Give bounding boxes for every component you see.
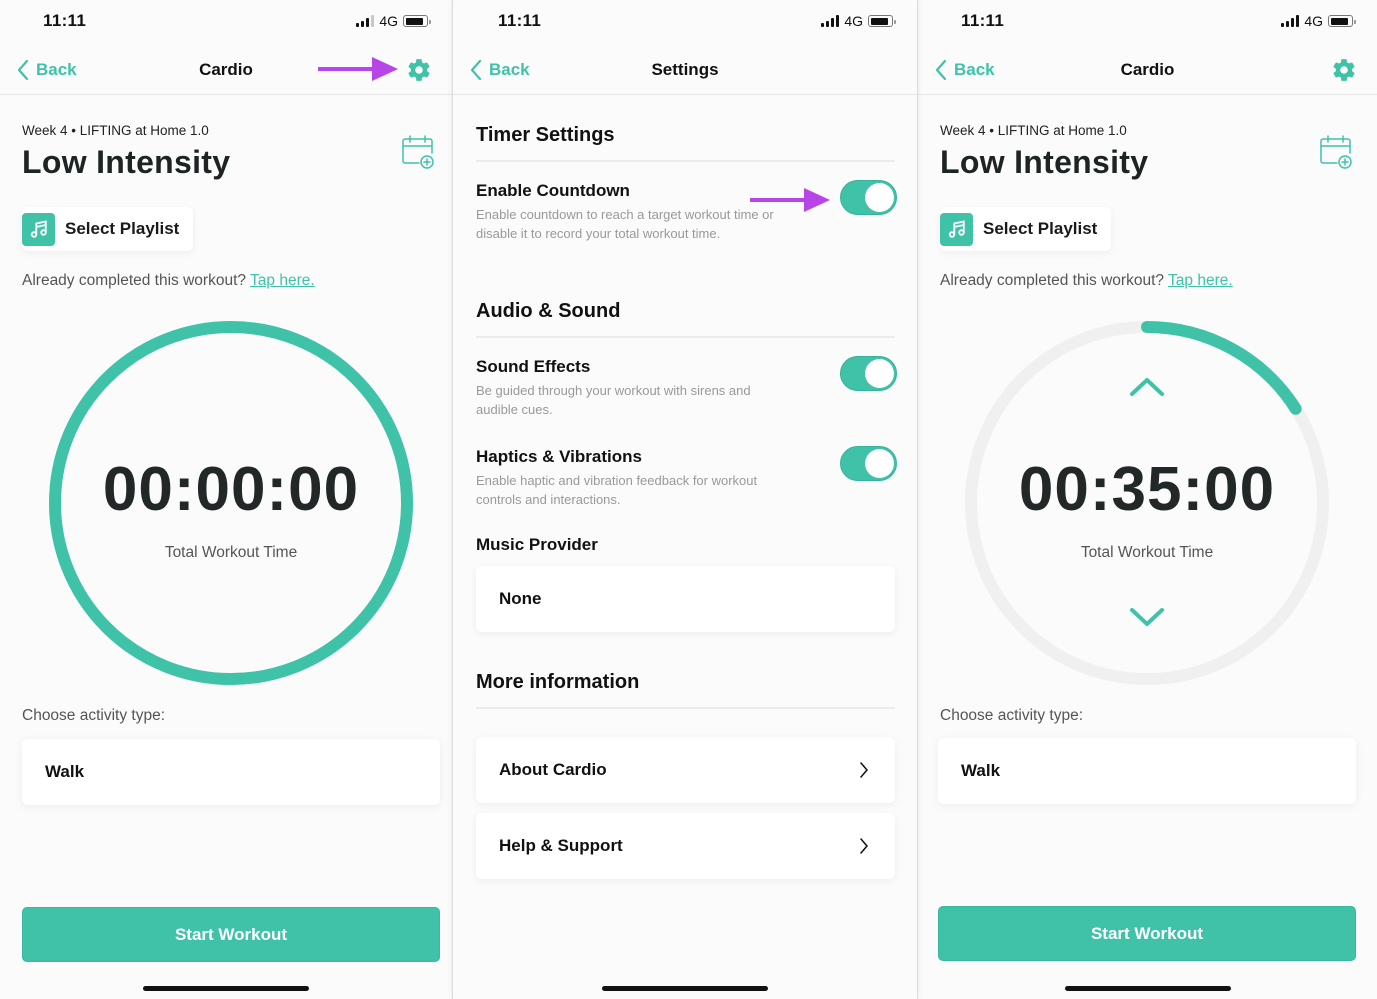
playlist-label: Select Playlist: [983, 219, 1098, 238]
home-indicator: [143, 986, 309, 991]
chevron-left-icon: [470, 59, 482, 81]
playlist-label: Select Playlist: [65, 219, 180, 238]
annotation-arrow-icon: [318, 57, 398, 81]
back-label: Back: [954, 60, 995, 79]
divider: [476, 160, 895, 162]
nav-bar: Back Cardio: [918, 44, 1377, 95]
screen-settings: 11:11 4G Back Settings Timer Settings En…: [452, 0, 918, 999]
select-playlist-button[interactable]: Select Playlist: [22, 207, 194, 251]
setting-desc-haptics: Enable haptic and vibration feedback for…: [476, 473, 758, 507]
status-bar: 11:11 4G: [918, 0, 1377, 44]
workout-subtitle: Week 4 • LIFTING at Home 1.0: [22, 123, 209, 138]
music-provider-select[interactable]: None: [476, 566, 895, 632]
network-type: 4G: [1304, 13, 1323, 29]
annotation-arrow-icon: [750, 188, 830, 212]
divider: [476, 707, 895, 709]
start-workout-button[interactable]: Start Workout: [938, 906, 1356, 961]
battery-icon: [403, 15, 431, 27]
completed-text: Already completed this workout?: [22, 272, 247, 289]
timer-label: Total Workout Time: [1080, 544, 1214, 561]
music-note-icon: [22, 212, 55, 246]
section-title-more-info: More information: [476, 671, 640, 693]
chevron-left-icon: [17, 59, 29, 81]
music-note-icon: [940, 212, 973, 246]
completed-prompt: Already completed this workout? Tap here…: [940, 272, 1233, 290]
completed-prompt: Already completed this workout? Tap here…: [22, 272, 315, 290]
setting-desc-sound: Be guided through your workout with sire…: [476, 383, 751, 417]
help-support-label: Help & Support: [499, 836, 623, 855]
battery-icon: [1328, 15, 1356, 27]
signal-icon: [1281, 15, 1300, 27]
status-bar: 11:11 4G: [453, 0, 917, 44]
workout-subtitle: Week 4 • LIFTING at Home 1.0: [940, 123, 1127, 138]
network-type: 4G: [844, 13, 863, 29]
screen-cardio-before: 11:11 4G Back Cardio Week 4 • LIFTING at…: [0, 0, 452, 999]
workout-title: Low Intensity: [22, 144, 231, 180]
chevron-right-icon: [860, 762, 868, 778]
timer-value: 00:00:00: [102, 455, 360, 524]
enable-countdown-toggle[interactable]: [840, 180, 897, 215]
haptics-toggle[interactable]: [840, 446, 897, 481]
status-time: 11:11: [43, 11, 87, 30]
home-indicator: [602, 986, 768, 991]
nav-bar: Back Settings: [453, 44, 917, 95]
calendar-add-icon[interactable]: [400, 134, 436, 170]
start-workout-button[interactable]: Start Workout: [22, 907, 440, 962]
sound-effects-toggle[interactable]: [840, 356, 897, 391]
activity-type-select[interactable]: Walk: [22, 739, 440, 805]
home-indicator: [1064, 986, 1231, 991]
setting-label-haptics: Haptics & Vibrations: [476, 447, 642, 466]
calendar-add-icon[interactable]: [1318, 134, 1354, 170]
activity-type-label: Choose activity type:: [940, 707, 1084, 724]
timer-dial: 00:00:00 Total Workout Time: [48, 320, 414, 686]
about-cardio-link[interactable]: About Cardio: [476, 737, 895, 803]
section-title-timer: Timer Settings: [476, 124, 615, 146]
about-cardio-label: About Cardio: [499, 760, 607, 779]
setting-label-sound: Sound Effects: [476, 357, 591, 376]
gear-icon[interactable]: [1331, 57, 1357, 83]
screen-cardio-after: 11:11 4G Back Cardio Week 4 • LIFTING at…: [918, 0, 1377, 999]
workout-title: Low Intensity: [940, 144, 1149, 180]
back-label: Back: [489, 60, 530, 79]
signal-icon: [356, 15, 375, 27]
battery-icon: [868, 15, 896, 27]
chevron-up-icon[interactable]: [1128, 375, 1166, 399]
activity-type-select[interactable]: Walk: [938, 738, 1356, 804]
setting-label-countdown: Enable Countdown: [476, 181, 630, 200]
chevron-left-icon: [935, 59, 947, 81]
music-provider-label: Music Provider: [476, 535, 598, 554]
back-button[interactable]: Back: [469, 58, 530, 82]
timer-value: 00:35:00: [1018, 455, 1276, 524]
timer-dial: 00:35:00 Total Workout Time: [964, 320, 1330, 686]
chevron-right-icon: [860, 838, 868, 854]
network-type: 4G: [379, 13, 398, 29]
completed-text: Already completed this workout?: [940, 272, 1165, 289]
section-title-audio: Audio & Sound: [476, 300, 621, 322]
gear-icon[interactable]: [406, 57, 432, 83]
back-button[interactable]: Back: [16, 58, 77, 82]
divider: [476, 336, 895, 338]
setting-desc-countdown: Enable countdown to reach a target worko…: [476, 207, 774, 241]
timer-label: Total Workout Time: [164, 544, 298, 561]
status-time: 11:11: [961, 11, 1005, 30]
music-provider-value: None: [499, 589, 542, 608]
help-support-link[interactable]: Help & Support: [476, 813, 895, 879]
activity-type-label: Choose activity type:: [22, 707, 166, 724]
back-button[interactable]: Back: [934, 58, 995, 82]
chevron-down-icon[interactable]: [1128, 605, 1166, 629]
status-bar: 11:11 4G: [0, 0, 452, 44]
tap-here-link[interactable]: Tap here.: [250, 272, 315, 289]
status-time: 11:11: [498, 11, 542, 30]
tap-here-link[interactable]: Tap here.: [1168, 272, 1233, 289]
select-playlist-button[interactable]: Select Playlist: [940, 207, 1112, 251]
signal-icon: [821, 15, 840, 27]
back-label: Back: [36, 60, 77, 79]
